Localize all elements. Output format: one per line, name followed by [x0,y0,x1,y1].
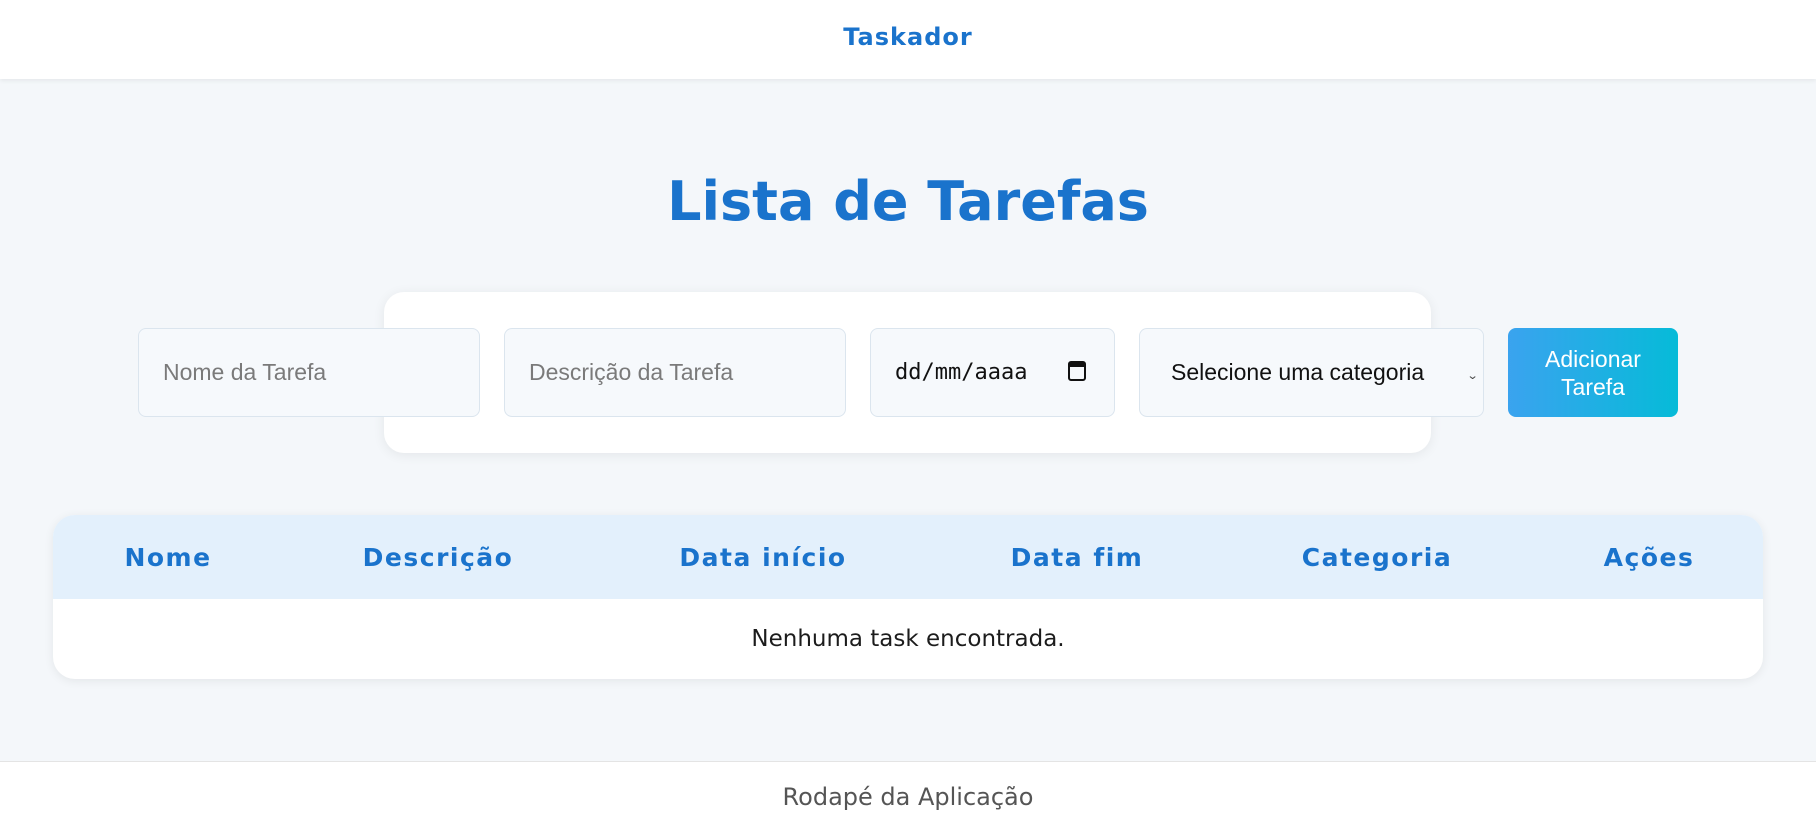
add-task-button[interactable]: Adicionar Tarefa [1508,328,1678,417]
empty-table-row: Nenhuma task encontrada. [53,599,1763,679]
empty-message: Nenhuma task encontrada. [751,626,1065,652]
column-header-acoes: Ações [1603,543,1695,572]
brand-link[interactable]: Taskador [843,23,972,51]
task-name-input[interactable] [138,328,480,417]
task-date-input[interactable]: dd/mm/aaaa [870,328,1115,417]
tasks-table: Nome Descrição Data início Data fim Cate… [53,515,1763,679]
task-description-input[interactable] [504,328,846,417]
category-select[interactable]: Selecione uma categoria ⌄ [1139,328,1484,417]
chevron-down-icon: ⌄ [1466,370,1479,382]
column-header-data-inicio: Data início [679,543,847,572]
column-header-categoria: Categoria [1301,543,1453,572]
navbar: Taskador [0,0,1816,79]
table-header-row: Nome Descrição Data início Data fim Cate… [53,515,1763,599]
footer-text: Rodapé da Aplicação [782,782,1034,811]
column-header-descricao: Descrição [362,543,514,572]
footer: Rodapé da Aplicação [0,761,1816,833]
category-selected-value: Selecione uma categoria [1171,359,1425,385]
page-title: Lista de Tarefas [667,170,1149,233]
date-placeholder: dd/mm/aaaa [895,360,1028,385]
column-header-nome: Nome [124,543,212,572]
column-header-data-fim: Data fim [1010,543,1144,572]
calendar-icon[interactable] [1068,361,1086,381]
